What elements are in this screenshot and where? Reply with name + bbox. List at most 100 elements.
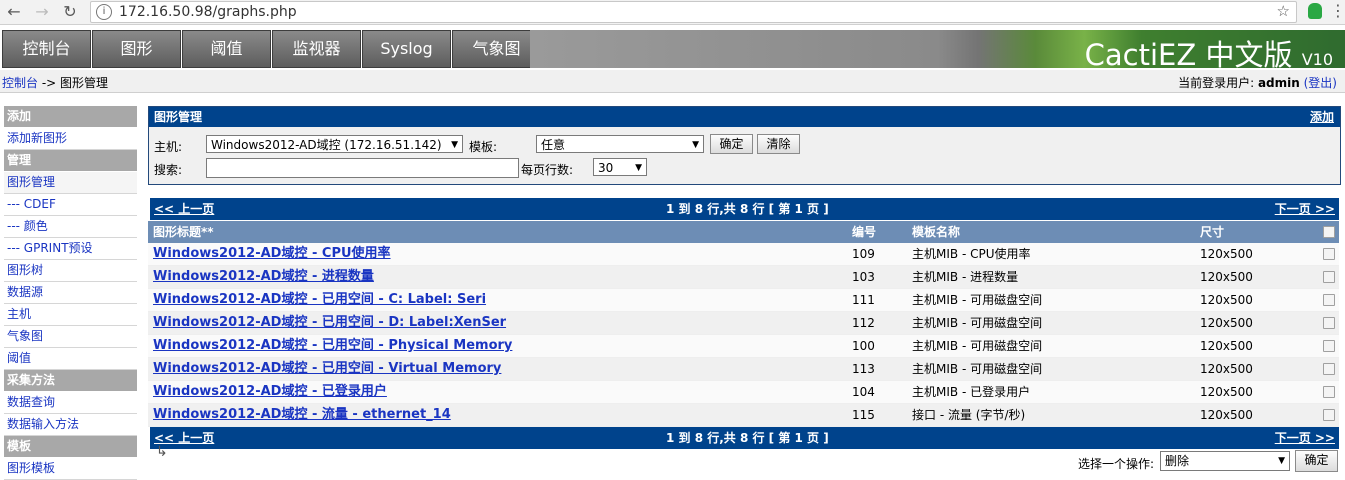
reload-icon[interactable]: ↻ xyxy=(60,2,80,22)
row-checkbox[interactable] xyxy=(1323,363,1335,375)
rows-per-page-label: 每页行数: xyxy=(521,163,574,177)
breadcrumb-bar: 控制台 -> 图形管理 当前登录用户: admin (登出) xyxy=(0,70,1345,93)
search-label: 搜索: xyxy=(154,163,183,177)
graph-title-link[interactable]: Windows2012-AD域控 - 流量 - ethernet_14 xyxy=(153,404,451,426)
sidebar-item-link[interactable]: 添加新图形 xyxy=(7,131,67,145)
col-template-header[interactable]: 模板名称 xyxy=(912,221,960,243)
nav-tab-5[interactable]: 气象图 xyxy=(452,30,541,68)
prev-page-link[interactable]: << 上一页 xyxy=(154,198,214,220)
action-go-button[interactable]: 确定 xyxy=(1295,450,1338,472)
sidebar-item[interactable]: 阈值 xyxy=(4,348,137,370)
graph-size: 120x500 xyxy=(1200,247,1253,261)
login-info: 当前登录用户: admin (登出) xyxy=(1178,74,1337,91)
sidebar-item-link[interactable]: 数据输入方法 xyxy=(7,417,79,431)
address-bar[interactable]: i 172.16.50.98/graphs.php ☆ xyxy=(90,1,1297,23)
arrow-right-icon[interactable]: → xyxy=(32,2,52,22)
clear-button[interactable]: 清除 xyxy=(757,134,800,154)
sidebar-item[interactable]: --- 颜色 xyxy=(4,216,137,238)
search-input[interactable] xyxy=(206,158,519,178)
col-title-header[interactable]: 图形标题** xyxy=(153,221,214,243)
action-select[interactable]: 删除 ▼ xyxy=(1160,451,1290,471)
graph-template: 主机MIB - CPU使用率 xyxy=(912,247,1031,261)
graph-size: 120x500 xyxy=(1200,408,1253,422)
select-all-checkbox[interactable] xyxy=(1323,226,1335,238)
table-row: Windows2012-AD域控 - 流量 - ethernet_14 115 接口… xyxy=(148,404,1339,427)
url-text[interactable]: 172.16.50.98/graphs.php xyxy=(119,4,297,20)
graph-title-link[interactable]: Windows2012-AD域控 - CPU使用率 xyxy=(153,243,391,265)
template-select[interactable]: 任意 ▼ xyxy=(536,135,704,153)
sidebar-item-link[interactable]: 图形模板 xyxy=(7,461,55,475)
info-icon[interactable]: i xyxy=(96,4,112,20)
host-select[interactable]: Windows2012-AD域控 (172.16.51.142) ▼ xyxy=(206,135,463,153)
graph-template: 接口 - 流量 (字节/秒) xyxy=(912,408,1026,422)
breadcrumb-current: 图形管理 xyxy=(60,76,109,90)
sidebar-item[interactable]: 数据输入方法 xyxy=(4,414,137,436)
nav-tab-3[interactable]: 监视器 xyxy=(272,30,361,68)
sidebar-section-header: 添加 xyxy=(4,106,137,128)
evernote-extension-icon[interactable] xyxy=(1308,3,1322,19)
graph-size: 120x500 xyxy=(1200,362,1253,376)
nav-tab-0[interactable]: 控制台 xyxy=(2,30,91,68)
nav-tab-2[interactable]: 阈值 xyxy=(182,30,271,68)
table-row: Windows2012-AD域控 - 已用空间 - D: Label:XenSe… xyxy=(148,312,1339,335)
graph-title-link[interactable]: Windows2012-AD域控 - 已用空间 - D: Label:XenSe… xyxy=(153,312,506,334)
arrow-left-icon[interactable]: ← xyxy=(4,2,24,22)
sidebar-section-header: 模板 xyxy=(4,436,137,458)
graph-template: 主机MIB - 可用磁盘空间 xyxy=(912,293,1043,307)
rows-per-page-select[interactable]: 30 ▼ xyxy=(593,158,647,176)
row-checkbox[interactable] xyxy=(1323,271,1335,283)
logout-link[interactable]: (登出) xyxy=(1304,76,1337,90)
nav-tab-4[interactable]: Syslog xyxy=(362,30,451,68)
sidebar-item-link[interactable]: 数据查询 xyxy=(7,395,55,409)
graph-title-link[interactable]: Windows2012-AD域控 - 已用空间 - Physical Memor… xyxy=(153,335,512,357)
graph-title-link[interactable]: Windows2012-AD域控 - 已登录用户 xyxy=(153,381,387,403)
sidebar-item[interactable]: 气象图 xyxy=(4,326,137,348)
sidebar-item-link[interactable]: 阈值 xyxy=(7,351,31,365)
col-size-header[interactable]: 尺寸 xyxy=(1200,221,1224,243)
next-page-link[interactable]: 下一页 >> xyxy=(1275,427,1335,449)
col-id-header[interactable]: 编号 xyxy=(852,221,876,243)
sidebar-item-link[interactable]: 图形树 xyxy=(7,263,43,277)
sidebar-item-link[interactable]: 数据源 xyxy=(7,285,43,299)
graph-template: 主机MIB - 进程数量 xyxy=(912,270,1019,284)
sidebar-item[interactable]: 图形管理 xyxy=(4,172,137,194)
row-checkbox[interactable] xyxy=(1323,317,1335,329)
add-graph-link[interactable]: 添加 xyxy=(1310,107,1334,127)
row-checkbox[interactable] xyxy=(1323,409,1335,421)
panel-title: 图形管理 xyxy=(154,110,203,124)
row-checkbox[interactable] xyxy=(1323,386,1335,398)
browser-menu-icon[interactable]: ⋮ xyxy=(1330,2,1345,20)
graph-title-link[interactable]: Windows2012-AD域控 - 进程数量 xyxy=(153,266,374,288)
sidebar-item-link[interactable]: 主机 xyxy=(7,307,31,321)
sidebar-item-link[interactable]: --- GPRINT预设 xyxy=(7,241,93,255)
sidebar-item-link[interactable]: --- 颜色 xyxy=(7,219,48,233)
breadcrumb-home-link[interactable]: 控制台 xyxy=(2,76,38,90)
graph-list: << 上一页 1 到 8 行,共 8 行 [ 第 1 页 ] 下一页 >> 图形… xyxy=(148,198,1339,449)
sidebar-item[interactable]: 数据源 xyxy=(4,282,137,304)
sidebar-item[interactable]: 图形树 xyxy=(4,260,137,282)
row-checkbox[interactable] xyxy=(1323,248,1335,260)
chevron-down-icon: ▼ xyxy=(635,163,642,173)
sidebar-item[interactable]: --- GPRINT预设 xyxy=(4,238,137,260)
username: admin xyxy=(1257,76,1300,90)
sidebar-item[interactable]: 图形模板 xyxy=(4,458,137,480)
sidebar-section-header: 采集方法 xyxy=(4,370,137,392)
graph-title-link[interactable]: Windows2012-AD域控 - 已用空间 - Virtual Memory xyxy=(153,358,501,380)
nav-tab-1[interactable]: 图形 xyxy=(92,30,181,68)
sidebar-item[interactable]: 数据查询 xyxy=(4,392,137,414)
go-button[interactable]: 确定 xyxy=(710,134,753,154)
sidebar-item[interactable]: --- CDEF xyxy=(4,194,137,216)
sidebar-item-link[interactable]: --- CDEF xyxy=(7,197,56,211)
graph-id: 112 xyxy=(852,316,875,330)
row-checkbox[interactable] xyxy=(1323,340,1335,352)
bookmark-star-icon[interactable]: ☆ xyxy=(1277,2,1290,20)
next-page-link[interactable]: 下一页 >> xyxy=(1275,198,1335,220)
row-checkbox[interactable] xyxy=(1323,294,1335,306)
sidebar-item-link[interactable]: 图形管理 xyxy=(7,175,55,189)
sidebar-item[interactable]: 主机 xyxy=(4,304,137,326)
chevron-down-icon: ▼ xyxy=(451,140,458,150)
graph-id: 100 xyxy=(852,339,875,353)
sidebar-item[interactable]: 添加新图形 xyxy=(4,128,137,150)
sidebar-item-link[interactable]: 气象图 xyxy=(7,329,43,343)
graph-title-link[interactable]: Windows2012-AD域控 - 已用空间 - C: Label: Seri xyxy=(153,289,486,311)
